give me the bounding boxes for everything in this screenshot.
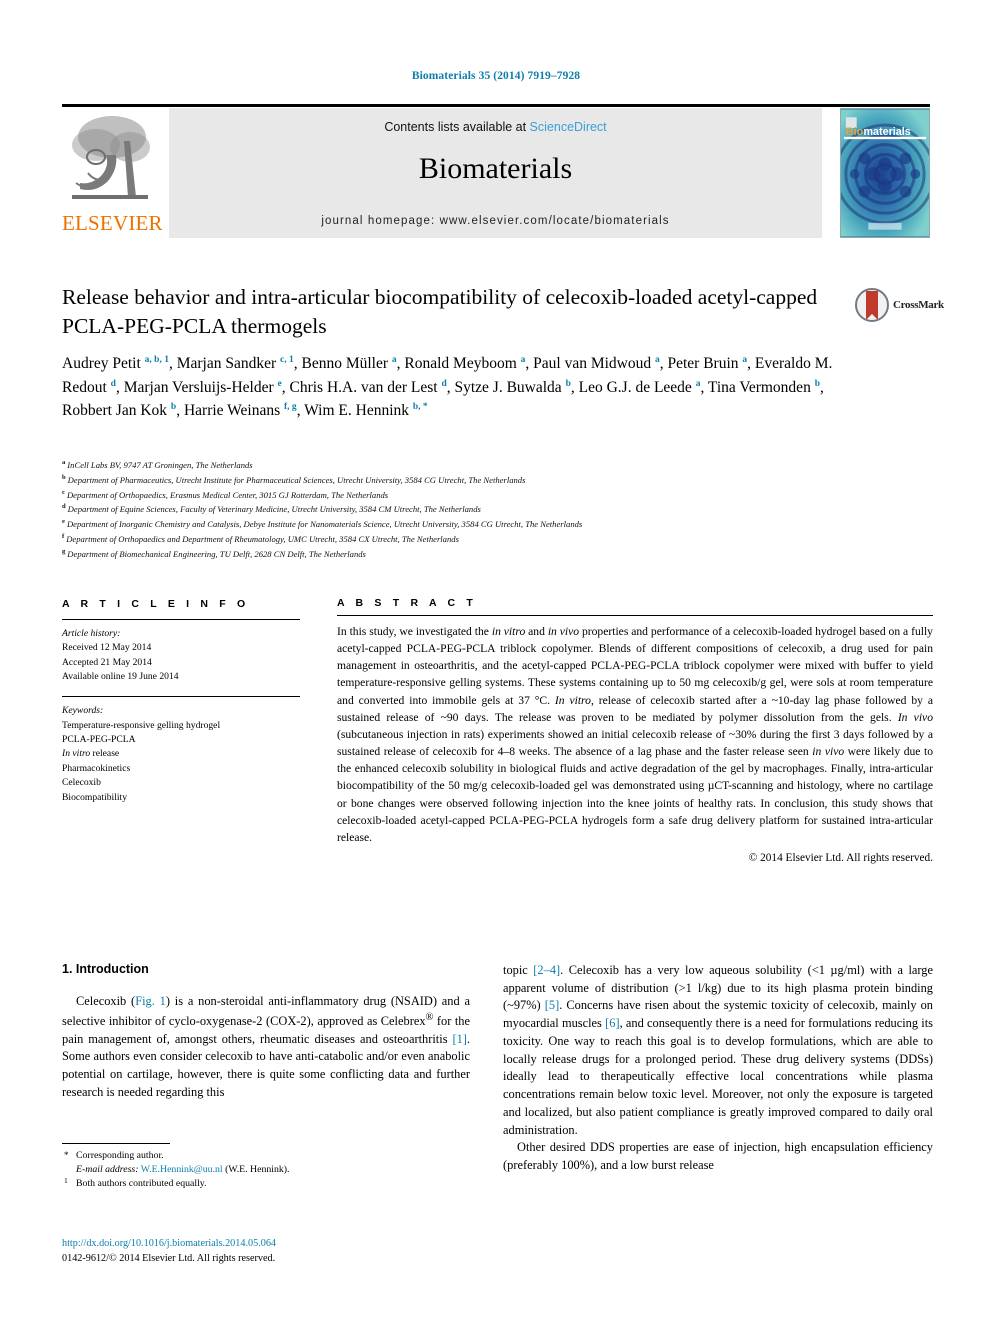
intro-paragraph-1-continued: topic [2–4]. Celecoxib has a very low aq… (503, 963, 934, 1137)
affiliation-item: f Department of Orthopaedics and Departme… (62, 532, 932, 547)
affiliation-text: Department of Equine Sciences, Faculty o… (67, 504, 481, 515)
affiliation-text: Department of Biomechanical Engineering,… (67, 548, 366, 559)
footnote-rule (62, 1143, 170, 1144)
article-history-label: Article history: (62, 627, 121, 639)
intro-paragraph-2: Other desired DDS properties are ease of… (503, 1140, 933, 1173)
article-info-column: A R T I C L E I N F O Article history: R… (62, 597, 300, 807)
keyword-item: In vitro release (62, 748, 120, 760)
keywords-rule (62, 696, 300, 698)
footnote-one-mark: 1 (64, 1176, 68, 1186)
crossmark-label: CrossMark (893, 299, 944, 311)
affiliation-text: Department of Inorganic Chemistry and Ca… (66, 518, 583, 529)
keyword-item: Biocompatibility (62, 791, 128, 803)
affiliation-text: Department of Orthopaedics and Departmen… (66, 533, 459, 544)
elsevier-wordmark: ELSEVIER (62, 211, 163, 235)
doi-link[interactable]: http://dx.doi.org/10.1016/j.biomaterials… (62, 1236, 492, 1251)
masthead-top-rule (62, 104, 930, 107)
article-history: Article history: Received 12 May 2014 Acc… (62, 627, 300, 685)
affiliation-mark: g (62, 547, 66, 555)
affiliation-item: a InCell Labs BV, 9747 AT Groningen, The … (62, 458, 932, 473)
keywords-label: Keywords: (62, 705, 104, 717)
svg-text:materials: materials (863, 126, 910, 138)
abstract-body: In this study, we investigated the in vi… (337, 625, 933, 844)
body-column-right: topic [2–4]. Celecoxib has a very low aq… (503, 962, 933, 1175)
affiliation-item: b Department of Pharmaceutics, Utrecht In… (62, 473, 932, 488)
keywords-block: Keywords: Temperature-responsive gelling… (62, 704, 300, 805)
article-info-heading: A R T I C L E I N F O (62, 598, 250, 610)
journal-masthead: ELSEVIER Contents lists available at Sci… (62, 104, 930, 238)
email-owner: (W.E. Hennink). (225, 1164, 290, 1176)
article-info-rule (62, 618, 300, 620)
affiliation-mark: d (62, 503, 66, 511)
crossmark-bookmark-shape (866, 291, 878, 320)
affiliation-text: Department of Pharmaceutics, Utrecht Ins… (67, 474, 526, 485)
intro-paragraph-1: Celecoxib (Fig. 1) is a non-steroidal an… (62, 994, 470, 1099)
cover-art: Bio materials (841, 109, 929, 237)
abstract-copyright: © 2014 Elsevier Ltd. All rights reserved… (748, 852, 933, 865)
affiliation-mark: c (62, 488, 65, 496)
affiliation-item: e Department of Inorganic Chemistry and C… (62, 517, 932, 532)
affiliation-item: g Department of Biomechanical Engineering… (62, 547, 932, 562)
email-label: E-mail address: (76, 1164, 139, 1176)
contents-prefix: Contents lists available at (384, 120, 530, 134)
affiliation-text: Department of Orthopaedics, Erasmus Medi… (66, 489, 389, 500)
svg-text:Bio: Bio (846, 126, 864, 138)
affiliation-mark: a (62, 459, 66, 466)
article-history-items: Received 12 May 2014 Accepted 21 May 2014… (62, 641, 300, 684)
sciencedirect-band: Contents lists available at ScienceDirec… (169, 108, 822, 238)
abstract-rule (337, 615, 933, 616)
issn-copyright-line: 0142-9612/© 2014 Elsevier Ltd. All right… (62, 1253, 276, 1265)
footnote-email: E-mail address: W.E.Hennink@uu.nl (W.E. … (62, 1163, 470, 1177)
journal-title: Biomaterials (418, 152, 573, 185)
affiliation-mark: f (62, 532, 65, 540)
abstract-column: A B S T R A C T In this study, we invest… (337, 597, 933, 864)
elsevier-tree-icon (72, 116, 150, 199)
footnote-asterisk-mark: * (64, 1150, 69, 1160)
affiliation-item: c Department of Orthopaedics, Erasmus Med… (62, 488, 932, 503)
abstract-heading: A B S T R A C T (337, 597, 477, 609)
imprint-block: http://dx.doi.org/10.1016/j.biomaterials… (62, 1236, 492, 1267)
title-block: Release behavior and intra-articular bio… (62, 283, 852, 340)
article-history-item: Received 12 May 2014 (62, 642, 152, 654)
running-head: Biomaterials 35 (2014) 7919–7928 (411, 70, 581, 82)
footnote-equal-contribution: 1 Both authors contributed equally. (62, 1176, 470, 1191)
keywords-items: Temperature-responsive gelling hydrogel P… (62, 719, 300, 805)
crossmark-icon (855, 288, 889, 322)
journal-cover-thumbnail: Bio materials (840, 108, 930, 238)
footnote-block: * Corresponding author. E-mail address: … (62, 1143, 470, 1192)
keyword-item: PCLA-PEG-PCLA (62, 734, 136, 746)
footnote-equal-text: Both authors contributed equally. (76, 1178, 207, 1190)
keyword-item: Celecoxib (62, 777, 101, 789)
keyword-item: Temperature-responsive gelling hydrogel (62, 719, 221, 731)
affiliation-list: a InCell Labs BV, 9747 AT Groningen, The … (62, 458, 932, 561)
footnote-corresponding-text: Corresponding author. (76, 1150, 164, 1161)
sciencedirect-link[interactable]: ScienceDirect (530, 120, 607, 134)
crossmark-badge[interactable]: CrossMark (855, 288, 944, 328)
elsevier-logo: ELSEVIER (62, 108, 163, 238)
author-list: Audrey Petit a, b, 1, Marjan Sandker c, … (62, 354, 833, 420)
page-title: Release behavior and intra-articular bio… (62, 285, 818, 338)
affiliation-mark: e (62, 518, 65, 526)
affiliation-text: InCell Labs BV, 9747 AT Groningen, The N… (67, 459, 253, 470)
journal-article-page: Biomaterials 35 (2014) 7919–7928 ELSEVIE… (0, 0, 992, 1323)
keyword-item: Pharmacokinetics (62, 762, 131, 774)
affiliation-mark: b (62, 473, 66, 481)
affiliation-item: d Department of Equine Sciences, Faculty … (62, 502, 932, 517)
journal-homepage[interactable]: journal homepage: www.elsevier.com/locat… (169, 215, 822, 227)
article-history-item: Available online 19 June 2014 (62, 670, 179, 682)
email-link[interactable]: W.E.Hennink@uu.nl (141, 1164, 223, 1175)
contents-lists-line: Contents lists available at ScienceDirec… (169, 120, 822, 134)
footnote-corresponding-author: * Corresponding author. (62, 1149, 470, 1163)
article-history-item: Accepted 21 May 2014 (62, 656, 152, 668)
section-heading-introduction: 1. Introduction (62, 962, 149, 976)
body-column-left: 1. Introduction Celecoxib (Fig. 1) is a … (62, 962, 470, 1102)
